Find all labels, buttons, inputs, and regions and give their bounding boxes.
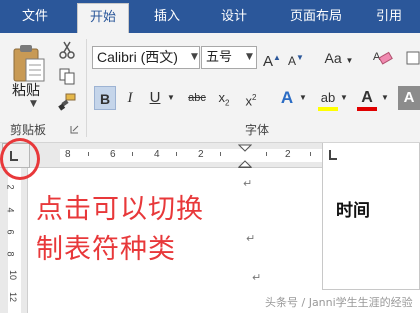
more-options-icon[interactable] bbox=[403, 46, 420, 70]
format-painter-icon[interactable] bbox=[58, 93, 76, 111]
group-separator bbox=[86, 39, 87, 137]
grow-font-button[interactable]: A▲ bbox=[263, 46, 281, 70]
subscript-button[interactable]: x2 bbox=[214, 86, 234, 110]
tab-design[interactable]: 设计 bbox=[207, 3, 261, 31]
ruler-tick bbox=[88, 152, 89, 156]
tab-references[interactable]: 引用 bbox=[364, 3, 414, 31]
tab-file[interactable]: 文件 bbox=[0, 3, 70, 31]
ruler-tick bbox=[132, 152, 133, 156]
chevron-down-icon: ▼ bbox=[345, 56, 354, 65]
ribbon-tab-bar: 文件 开始 插入 设计 页面布局 引用 bbox=[0, 0, 420, 33]
left-tab-stop-icon bbox=[329, 150, 337, 160]
annotation-circle bbox=[0, 138, 40, 180]
subscript-mark: 2 bbox=[225, 98, 230, 108]
table-cell-text[interactable]: 时间 bbox=[336, 196, 370, 221]
change-case-label: Aa bbox=[324, 50, 342, 66]
tab-insert[interactable]: 插入 bbox=[140, 3, 194, 31]
chevron-down-icon[interactable]: ▼ bbox=[298, 86, 308, 110]
ruler-tick-label: 4 bbox=[154, 149, 160, 160]
clipboard-icon[interactable] bbox=[12, 43, 46, 83]
ruler-tick-label: 2 bbox=[285, 149, 291, 160]
chevron-down-icon[interactable]: ▼ bbox=[339, 86, 349, 110]
paste-dropdown-icon[interactable]: ▼ bbox=[30, 99, 37, 109]
chevron-down-icon[interactable]: ▼ bbox=[188, 46, 201, 69]
bold-button[interactable]: B bbox=[94, 86, 116, 110]
chevron-down-icon[interactable]: ▼ bbox=[380, 86, 390, 110]
ruler-tick bbox=[220, 152, 221, 156]
change-case-button[interactable]: Aa ▼ bbox=[321, 46, 357, 70]
ruler-tick bbox=[266, 152, 267, 156]
clear-formatting-button[interactable]: A bbox=[371, 46, 393, 70]
italic-button[interactable]: I bbox=[121, 86, 139, 110]
superscript-mark: 2 bbox=[252, 93, 257, 102]
strikethrough-button[interactable]: abc bbox=[184, 86, 210, 110]
annotation-text: 点击可以切换 bbox=[36, 194, 204, 225]
ribbon-home-panel: 粘贴 ▼ Calibri (西文) ▼ 五号 ▼ A▲ A▼ Aa ▼ A B … bbox=[0, 33, 420, 143]
chevron-down-icon[interactable]: ▼ bbox=[166, 86, 176, 110]
text-effects-button[interactable]: A bbox=[275, 86, 299, 110]
grow-arrow-icon: ▲ bbox=[273, 53, 281, 62]
ruler-tick bbox=[176, 152, 177, 156]
shrink-font-glyph: A bbox=[288, 54, 297, 68]
ruler-tick-label: 8 bbox=[65, 149, 71, 160]
ruler-tick-label: 6 bbox=[110, 149, 116, 160]
eraser-icon: A bbox=[373, 51, 393, 65]
vruler-tick-label: 10 bbox=[8, 269, 19, 281]
ruler-tick-label: 2 bbox=[198, 149, 204, 160]
vruler-tick-label: 8 bbox=[5, 251, 16, 257]
tab-home[interactable]: 开始 bbox=[77, 3, 129, 33]
vruler-tick-label: 12 bbox=[8, 291, 19, 303]
vruler-tick-label: 2 bbox=[5, 184, 16, 190]
table-border bbox=[322, 143, 323, 290]
ruler-tick bbox=[310, 152, 311, 156]
chevron-down-icon[interactable]: ▼ bbox=[243, 46, 256, 69]
character-shading-button[interactable]: A bbox=[398, 86, 420, 110]
tab-page-layout[interactable]: 页面布局 bbox=[276, 3, 356, 31]
shrink-font-button[interactable]: A▼ bbox=[287, 46, 305, 70]
font-color-swatch bbox=[357, 107, 377, 111]
paragraph-mark-icon: ↵ bbox=[252, 271, 262, 284]
paste-button[interactable]: 粘贴 bbox=[12, 80, 40, 100]
paragraph-mark-icon: ↵ bbox=[243, 177, 253, 190]
underline-button[interactable]: U bbox=[146, 86, 164, 110]
vruler-tick-label: 4 bbox=[5, 207, 16, 213]
copy-icon[interactable] bbox=[58, 67, 76, 85]
dialog-launcher-icon[interactable] bbox=[70, 125, 79, 134]
annotation-text: 制表符种类 bbox=[36, 234, 176, 265]
font-group-label: 字体 bbox=[245, 123, 270, 137]
table-border bbox=[322, 289, 420, 290]
grow-font-glyph: A bbox=[263, 53, 274, 70]
superscript-button[interactable]: x2 bbox=[241, 86, 261, 110]
watermark: 头条号 / Janni学生生涯的经验 bbox=[265, 296, 413, 309]
vruler-tick-label: 6 bbox=[5, 229, 16, 235]
highlight-color-swatch bbox=[318, 107, 338, 111]
shrink-arrow-icon: ▼ bbox=[296, 53, 304, 62]
clipboard-group-label: 剪贴板 bbox=[10, 123, 47, 137]
font-name-box[interactable]: Calibri (西文) bbox=[92, 46, 200, 69]
paragraph-mark-icon: ↵ bbox=[246, 232, 256, 245]
scissors-icon[interactable] bbox=[58, 41, 76, 59]
